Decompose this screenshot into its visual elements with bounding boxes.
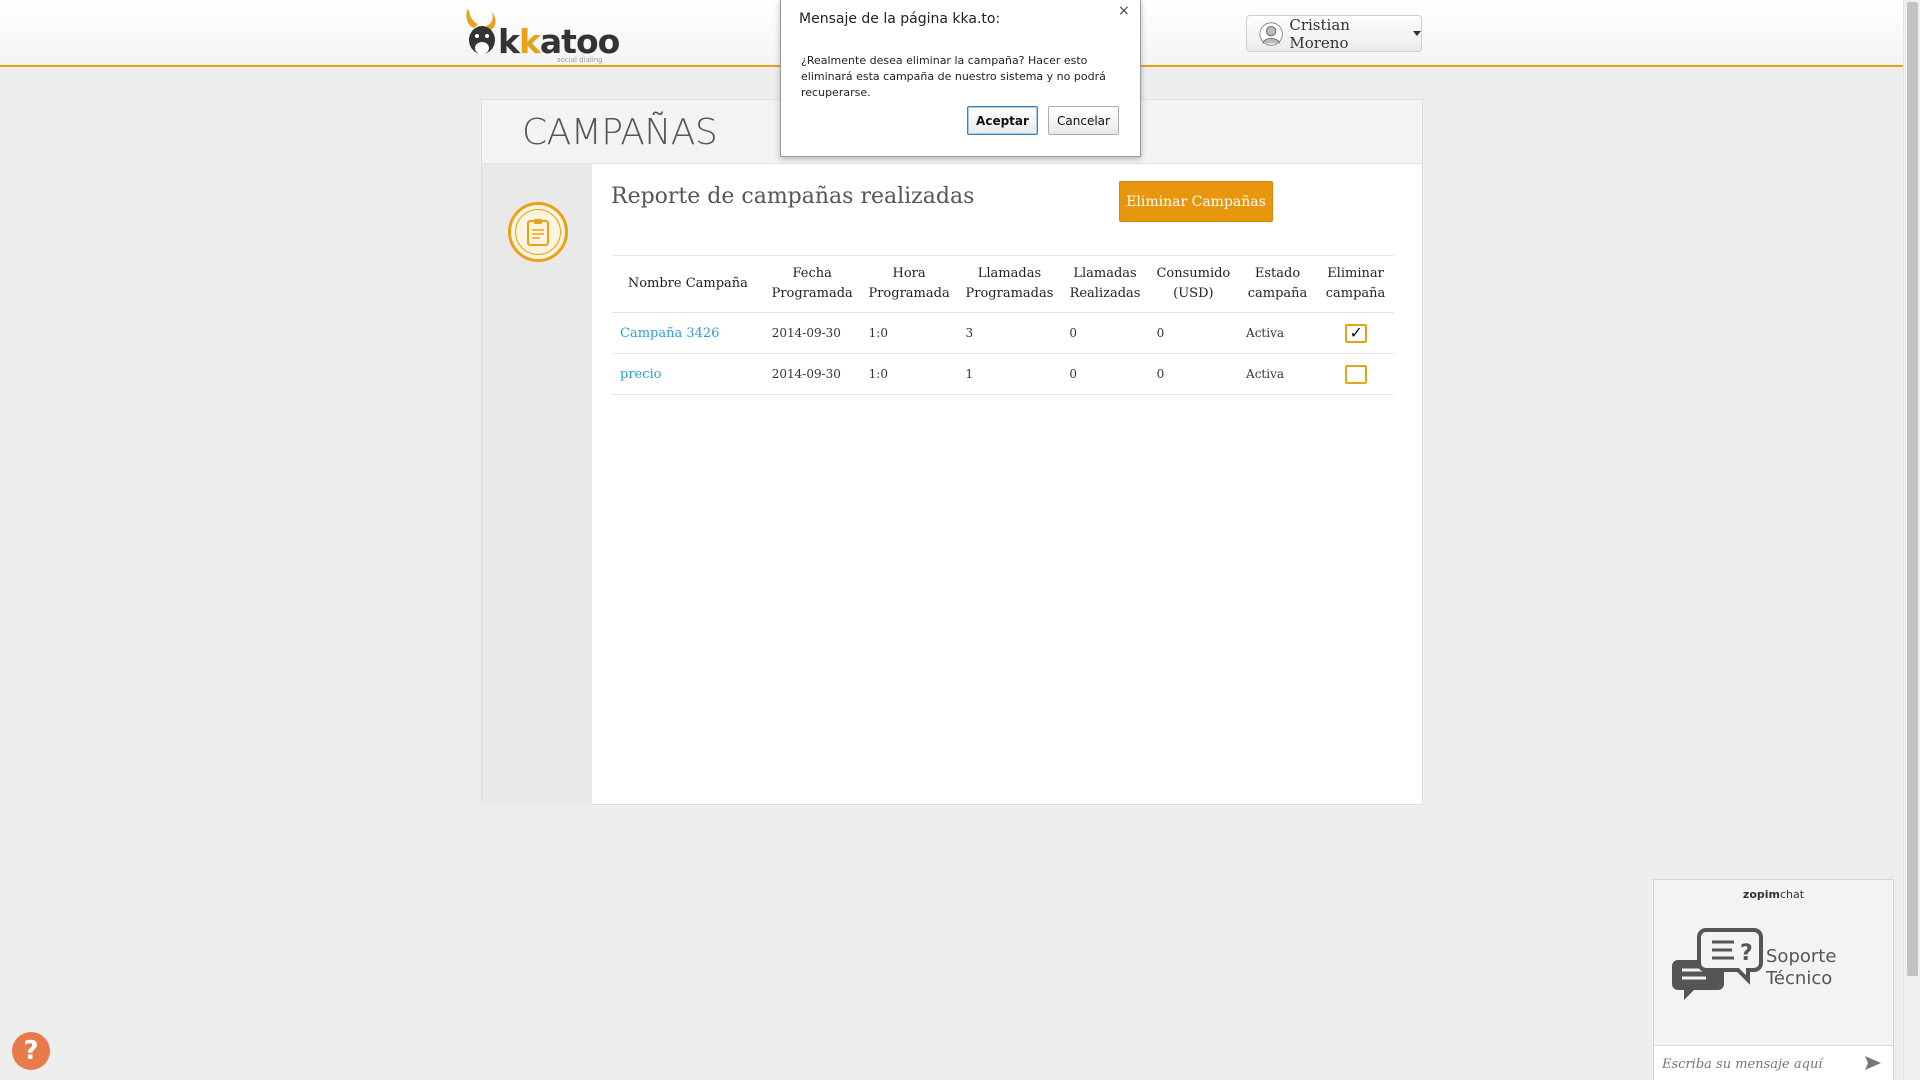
confirm-dialog: Mensaje de la página kka.to: × ¿Realment… [780, 0, 1141, 157]
scrollbar-thumb[interactable] [1907, 2, 1918, 976]
campaign-name-cell: precio [612, 353, 764, 395]
chat-input-area [1654, 1045, 1893, 1080]
page-title: CAMPAÑAS [522, 112, 718, 153]
column-header: Llamadas Programadas [957, 255, 1062, 313]
chat-widget[interactable]: zopimchat ? Soporte Técnico [1653, 879, 1894, 1080]
chevron-down-icon [1413, 31, 1421, 36]
table-row: Campaña 3426 2014-09-30 1:0 3 0 0 Activa… [612, 312, 1394, 354]
column-header: Hora Programada [860, 255, 958, 313]
column-header: Eliminar campaña [1317, 255, 1394, 313]
user-menu-button[interactable]: Cristian Moreno [1246, 15, 1422, 52]
campaign-name-cell: Campaña 3426 [612, 312, 764, 354]
column-header: Fecha Programada [763, 255, 861, 313]
campaign-report-table: Nombre Campaña Fecha Programada Hora Pro… [612, 255, 1394, 395]
date-cell: 2014-09-30 [763, 312, 861, 354]
delete-campaigns-button[interactable]: Eliminar Campañas [1119, 181, 1273, 222]
kkatoo-logo[interactable]: kkatoo social dialing [462, 4, 620, 64]
made-calls-cell: 0 [1061, 312, 1149, 354]
status-cell: Activa [1238, 353, 1318, 395]
help-icon[interactable]: ? [12, 1032, 50, 1070]
send-arrow-icon[interactable] [1864, 1055, 1882, 1071]
dialog-message: ¿Realmente desea eliminar la campaña? Ha… [801, 54, 1106, 99]
campaign-link[interactable]: Campaña 3426 [620, 326, 719, 341]
made-calls-cell: 0 [1061, 353, 1149, 395]
date-cell: 2014-09-30 [763, 353, 861, 395]
delete-cell [1317, 353, 1394, 395]
table-row: precio 2014-09-30 1:0 1 0 0 Activa [612, 353, 1394, 395]
cancel-button[interactable]: Cancelar [1048, 106, 1119, 135]
section-title: Reporte de campañas realizadas [611, 184, 975, 209]
campaign-link[interactable]: precio [620, 367, 662, 382]
table-header-row: Nombre Campaña Fecha Programada Hora Pro… [612, 255, 1394, 313]
campaigns-panel: CAMPAÑAS Reporte de campañas realizadas … [481, 99, 1423, 805]
status-cell: Activa [1238, 312, 1318, 354]
column-header: Nombre Campaña [612, 255, 764, 313]
delete-checkbox[interactable]: ✓ [1344, 322, 1367, 343]
delete-cell: ✓ [1317, 312, 1394, 354]
svg-text:?: ? [1740, 941, 1753, 966]
clipboard-icon [508, 202, 568, 262]
close-icon[interactable]: × [1118, 3, 1130, 19]
accept-button[interactable]: Aceptar [967, 106, 1038, 135]
time-cell: 1:0 [860, 312, 958, 354]
consumed-cell: 0 [1148, 353, 1239, 395]
panel-sidebar [482, 164, 592, 805]
chat-bubbles-icon: ? [1672, 928, 1763, 1000]
logo-tagline: social dialing [557, 56, 603, 64]
scheduled-calls-cell: 1 [957, 353, 1062, 395]
bull-logo-icon [466, 8, 496, 54]
scheduled-calls-cell: 3 [957, 312, 1062, 354]
time-cell: 1:0 [860, 353, 958, 395]
dialog-title: Mensaje de la página kka.to: [799, 11, 1001, 27]
column-header: Consumido (USD) [1148, 255, 1239, 313]
checkmark-icon: ✓ [1349, 322, 1363, 342]
chat-label: Soporte Técnico [1766, 946, 1837, 989]
delete-checkbox[interactable] [1344, 364, 1367, 384]
chat-brand: zopimchat [1742, 888, 1805, 901]
user-avatar-icon [1259, 21, 1283, 46]
user-name: Cristian Moreno [1289, 15, 1350, 52]
consumed-cell: 0 [1148, 312, 1239, 354]
chat-message-input[interactable] [1662, 1052, 1857, 1076]
vertical-scrollbar[interactable] [1903, 0, 1920, 1080]
column-header: Estado campaña [1238, 255, 1318, 313]
column-header: Llamadas Realizadas [1061, 255, 1149, 313]
